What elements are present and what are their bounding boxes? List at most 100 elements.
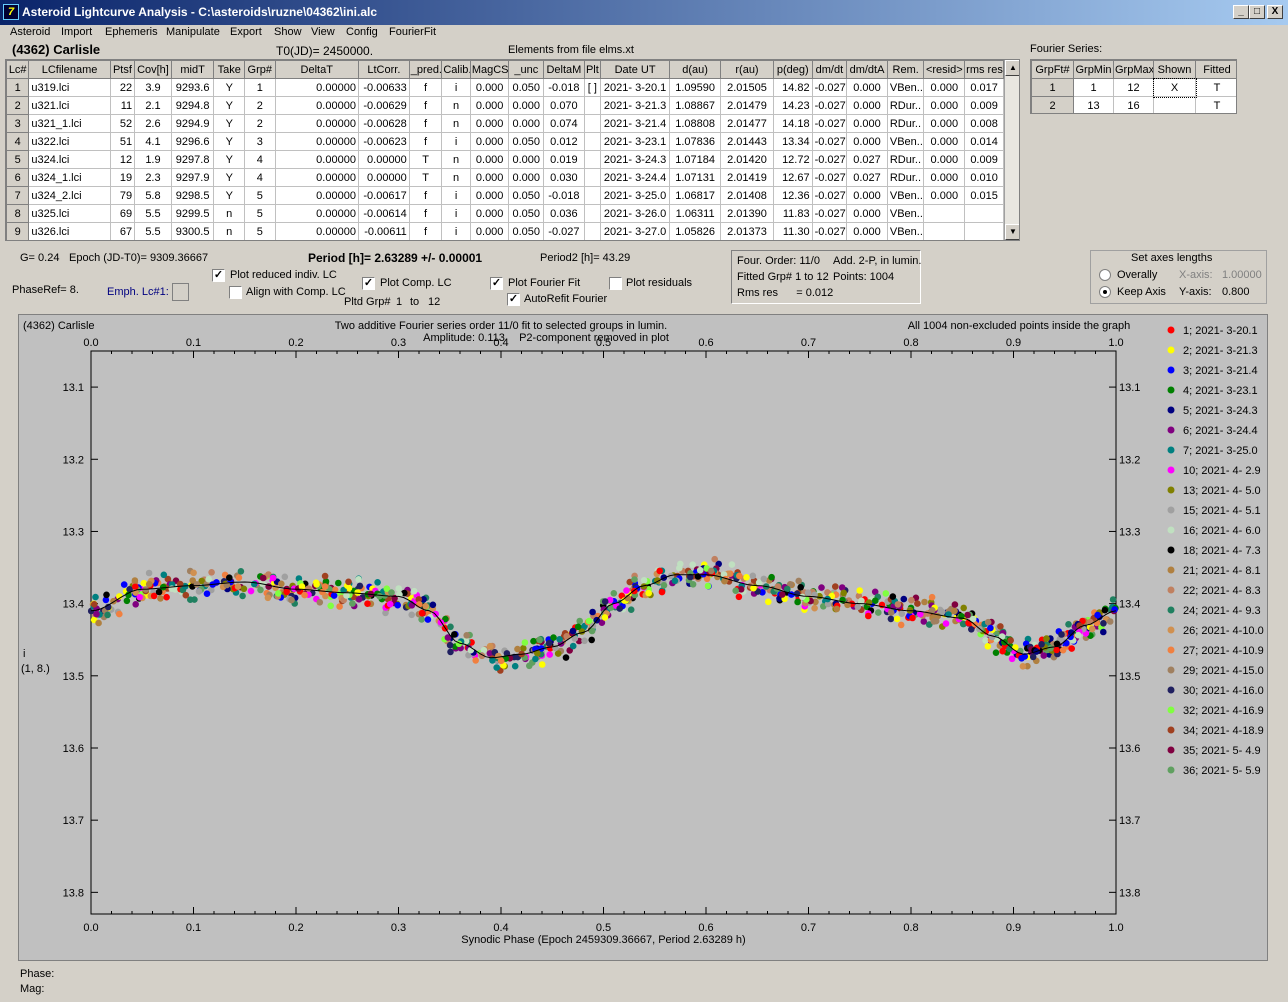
fourier-cell[interactable]: 1 [1031, 78, 1074, 97]
lc-col-header[interactable]: DeltaM [543, 60, 585, 79]
table-cell[interactable]: 79 [109, 186, 136, 205]
table-cell[interactable]: 2.01443 [720, 132, 774, 151]
table-cell[interactable]: -0.00614 [357, 204, 410, 223]
table-cell[interactable]: 0.000 [508, 114, 545, 133]
table-cell[interactable]: 1.09590 [669, 78, 722, 97]
lc-col-header[interactable]: dm/dt [811, 60, 848, 79]
table-cell[interactable]: 2.01373 [720, 222, 774, 240]
table-cell[interactable]: 2.01408 [720, 186, 774, 205]
table-cell[interactable]: 5.8 [134, 186, 172, 205]
table-cell[interactable]: 0.036 [543, 204, 585, 223]
table-cell[interactable]: 9297.8 [170, 150, 215, 169]
menu-show[interactable]: Show [274, 26, 302, 38]
table-cell[interactable]: 2 [244, 114, 276, 133]
table-cell[interactable]: 0.000 [923, 150, 966, 169]
table-cell[interactable]: Y [213, 150, 245, 169]
table-cell[interactable]: 0.050 [508, 186, 545, 205]
table-cell[interactable]: 0.000 [469, 96, 510, 115]
table-cell[interactable]: -0.027 [543, 222, 585, 240]
table-cell[interactable]: 2 [6, 96, 30, 115]
table-cell[interactable]: 14.23 [772, 96, 813, 115]
lc-col-header[interactable]: Date UT [600, 60, 671, 79]
table-row[interactable]: 2 u321.lci 11 2.1 9294.8 Y 2 0.00000 -0.00629 f n 0… [6, 96, 1004, 115]
table-cell[interactable]: 0.00000 [357, 168, 410, 187]
table-cell[interactable]: i [441, 204, 471, 223]
table-cell[interactable]: 9294.9 [170, 114, 215, 133]
table-cell[interactable]: 0.000 [846, 78, 888, 97]
lc-col-header[interactable]: Plt [583, 60, 602, 79]
table-cell[interactable]: 19 [109, 168, 136, 187]
table-row[interactable]: 7 u324_2.lci 79 5.8 9298.5 Y 5 0.00000 -0.00617 f… [6, 186, 1004, 205]
table-cell[interactable]: i [441, 222, 471, 240]
table-cell[interactable]: 0.009 [964, 150, 1004, 169]
table-cell[interactable]: 7 [6, 186, 30, 205]
table-cell[interactable]: 1.06311 [669, 204, 722, 223]
table-cell[interactable]: -0.018 [543, 78, 585, 97]
table-cell[interactable]: u321_1.lci [28, 114, 111, 133]
table-cell[interactable]: -0.027 [811, 204, 848, 223]
xaxis-value[interactable]: 1.00000 [1222, 269, 1262, 281]
table-cell[interactable]: -0.018 [543, 186, 585, 205]
table-cell[interactable]: 0.050 [508, 78, 545, 97]
table-row[interactable]: 9 u326.lci 67 5.5 9300.5 n 5 0.00000 -0.00611 f i 0… [6, 222, 1004, 240]
table-cell[interactable]: 5 [244, 222, 276, 240]
table-cell[interactable]: -0.027 [811, 168, 848, 187]
table-cell[interactable]: 0.050 [508, 222, 545, 240]
close-button[interactable]: X [1267, 5, 1283, 19]
table-cell[interactable]: 12.72 [772, 150, 813, 169]
pltd-grp-to[interactable]: 12 [428, 296, 440, 308]
table-cell[interactable]: 2.6 [134, 114, 172, 133]
table-cell[interactable]: 0.00000 [274, 78, 359, 97]
table-cell[interactable]: 2 [244, 96, 276, 115]
fourier-cell[interactable]: X [1152, 77, 1197, 98]
table-cell[interactable]: 0.000 [469, 186, 510, 205]
table-cell[interactable]: 6 [6, 168, 30, 187]
table-cell[interactable]: 9293.6 [170, 78, 215, 97]
table-cell[interactable]: 0.000 [846, 114, 888, 133]
table-cell[interactable]: 0.000 [923, 186, 966, 205]
menu-ephemeris[interactable]: Ephemeris [105, 26, 158, 38]
fourier-cell[interactable]: 13 [1073, 96, 1114, 113]
table-cell[interactable]: 0.015 [964, 186, 1004, 205]
table-cell[interactable]: 9296.6 [170, 132, 215, 151]
table-cell[interactable]: Y [213, 168, 245, 187]
table-cell[interactable]: f [408, 96, 443, 115]
table-cell[interactable]: 0.027 [846, 150, 888, 169]
table-cell[interactable]: VBen.. [886, 186, 925, 205]
table-cell[interactable]: 1 [244, 78, 276, 97]
table-cell[interactable]: 2.01419 [720, 168, 774, 187]
lc-col-header[interactable]: Rem. [886, 60, 925, 79]
table-cell[interactable]: 2.01477 [720, 114, 774, 133]
table-cell[interactable]: Y [213, 114, 245, 133]
autorefit-checkbox[interactable]: ✓ [507, 293, 520, 306]
table-cell[interactable]: RDur.. [886, 150, 925, 169]
table-cell[interactable]: n [441, 168, 471, 187]
lc-col-header[interactable]: LtCorr. [357, 60, 410, 79]
yaxis-value[interactable]: 0.800 [1222, 286, 1250, 298]
lc-col-header[interactable]: p(deg) [772, 60, 813, 79]
fourier-col-header[interactable]: GrpFt# [1031, 60, 1074, 79]
table-cell[interactable]: RDur.. [886, 114, 925, 133]
table-cell[interactable]: 2.01505 [720, 78, 774, 97]
table-row[interactable]: 8 u325.lci 69 5.5 9299.5 n 5 0.00000 -0.00614 f i 0… [6, 204, 1004, 223]
lightcurve-plot-panel[interactable]: 0.0 0.0 0.1 0.1 0.2 0.2 0.3 0.3 0.4 0.4 0.5 0.5 0.6 0… [18, 314, 1268, 961]
table-cell[interactable]: 69 [109, 204, 136, 223]
table-cell[interactable]: u326.lci [28, 222, 111, 240]
table-cell[interactable]: VBen.. [886, 78, 925, 97]
table-cell[interactable]: -0.00623 [357, 132, 410, 151]
fourier-row[interactable]: 1 1 12 X T [1031, 77, 1236, 98]
table-cell[interactable]: 0.000 [846, 132, 888, 151]
table-cell[interactable]: 9300.5 [170, 222, 215, 240]
table-cell[interactable]: 14.18 [772, 114, 813, 133]
fourier-col-header[interactable]: GrpMin [1073, 60, 1114, 79]
plot-comp-checkbox[interactable]: ✓ [362, 277, 375, 290]
lc-col-header[interactable]: Lc# [6, 60, 30, 79]
table-cell[interactable]: i [441, 78, 471, 97]
scroll-up-icon[interactable]: ▲ [1005, 60, 1019, 76]
plot-residuals-checkbox[interactable] [609, 277, 622, 290]
table-cell[interactable]: 0.000 [469, 150, 510, 169]
table-cell[interactable]: 0.00000 [274, 168, 359, 187]
lc-col-header[interactable]: MagCS [469, 60, 510, 79]
table-cell[interactable]: 1.07131 [669, 168, 722, 187]
table-row[interactable]: 1 u319.lci 22 3.9 9293.6 Y 1 0.00000 -0.00633 f i 0… [6, 78, 1004, 97]
